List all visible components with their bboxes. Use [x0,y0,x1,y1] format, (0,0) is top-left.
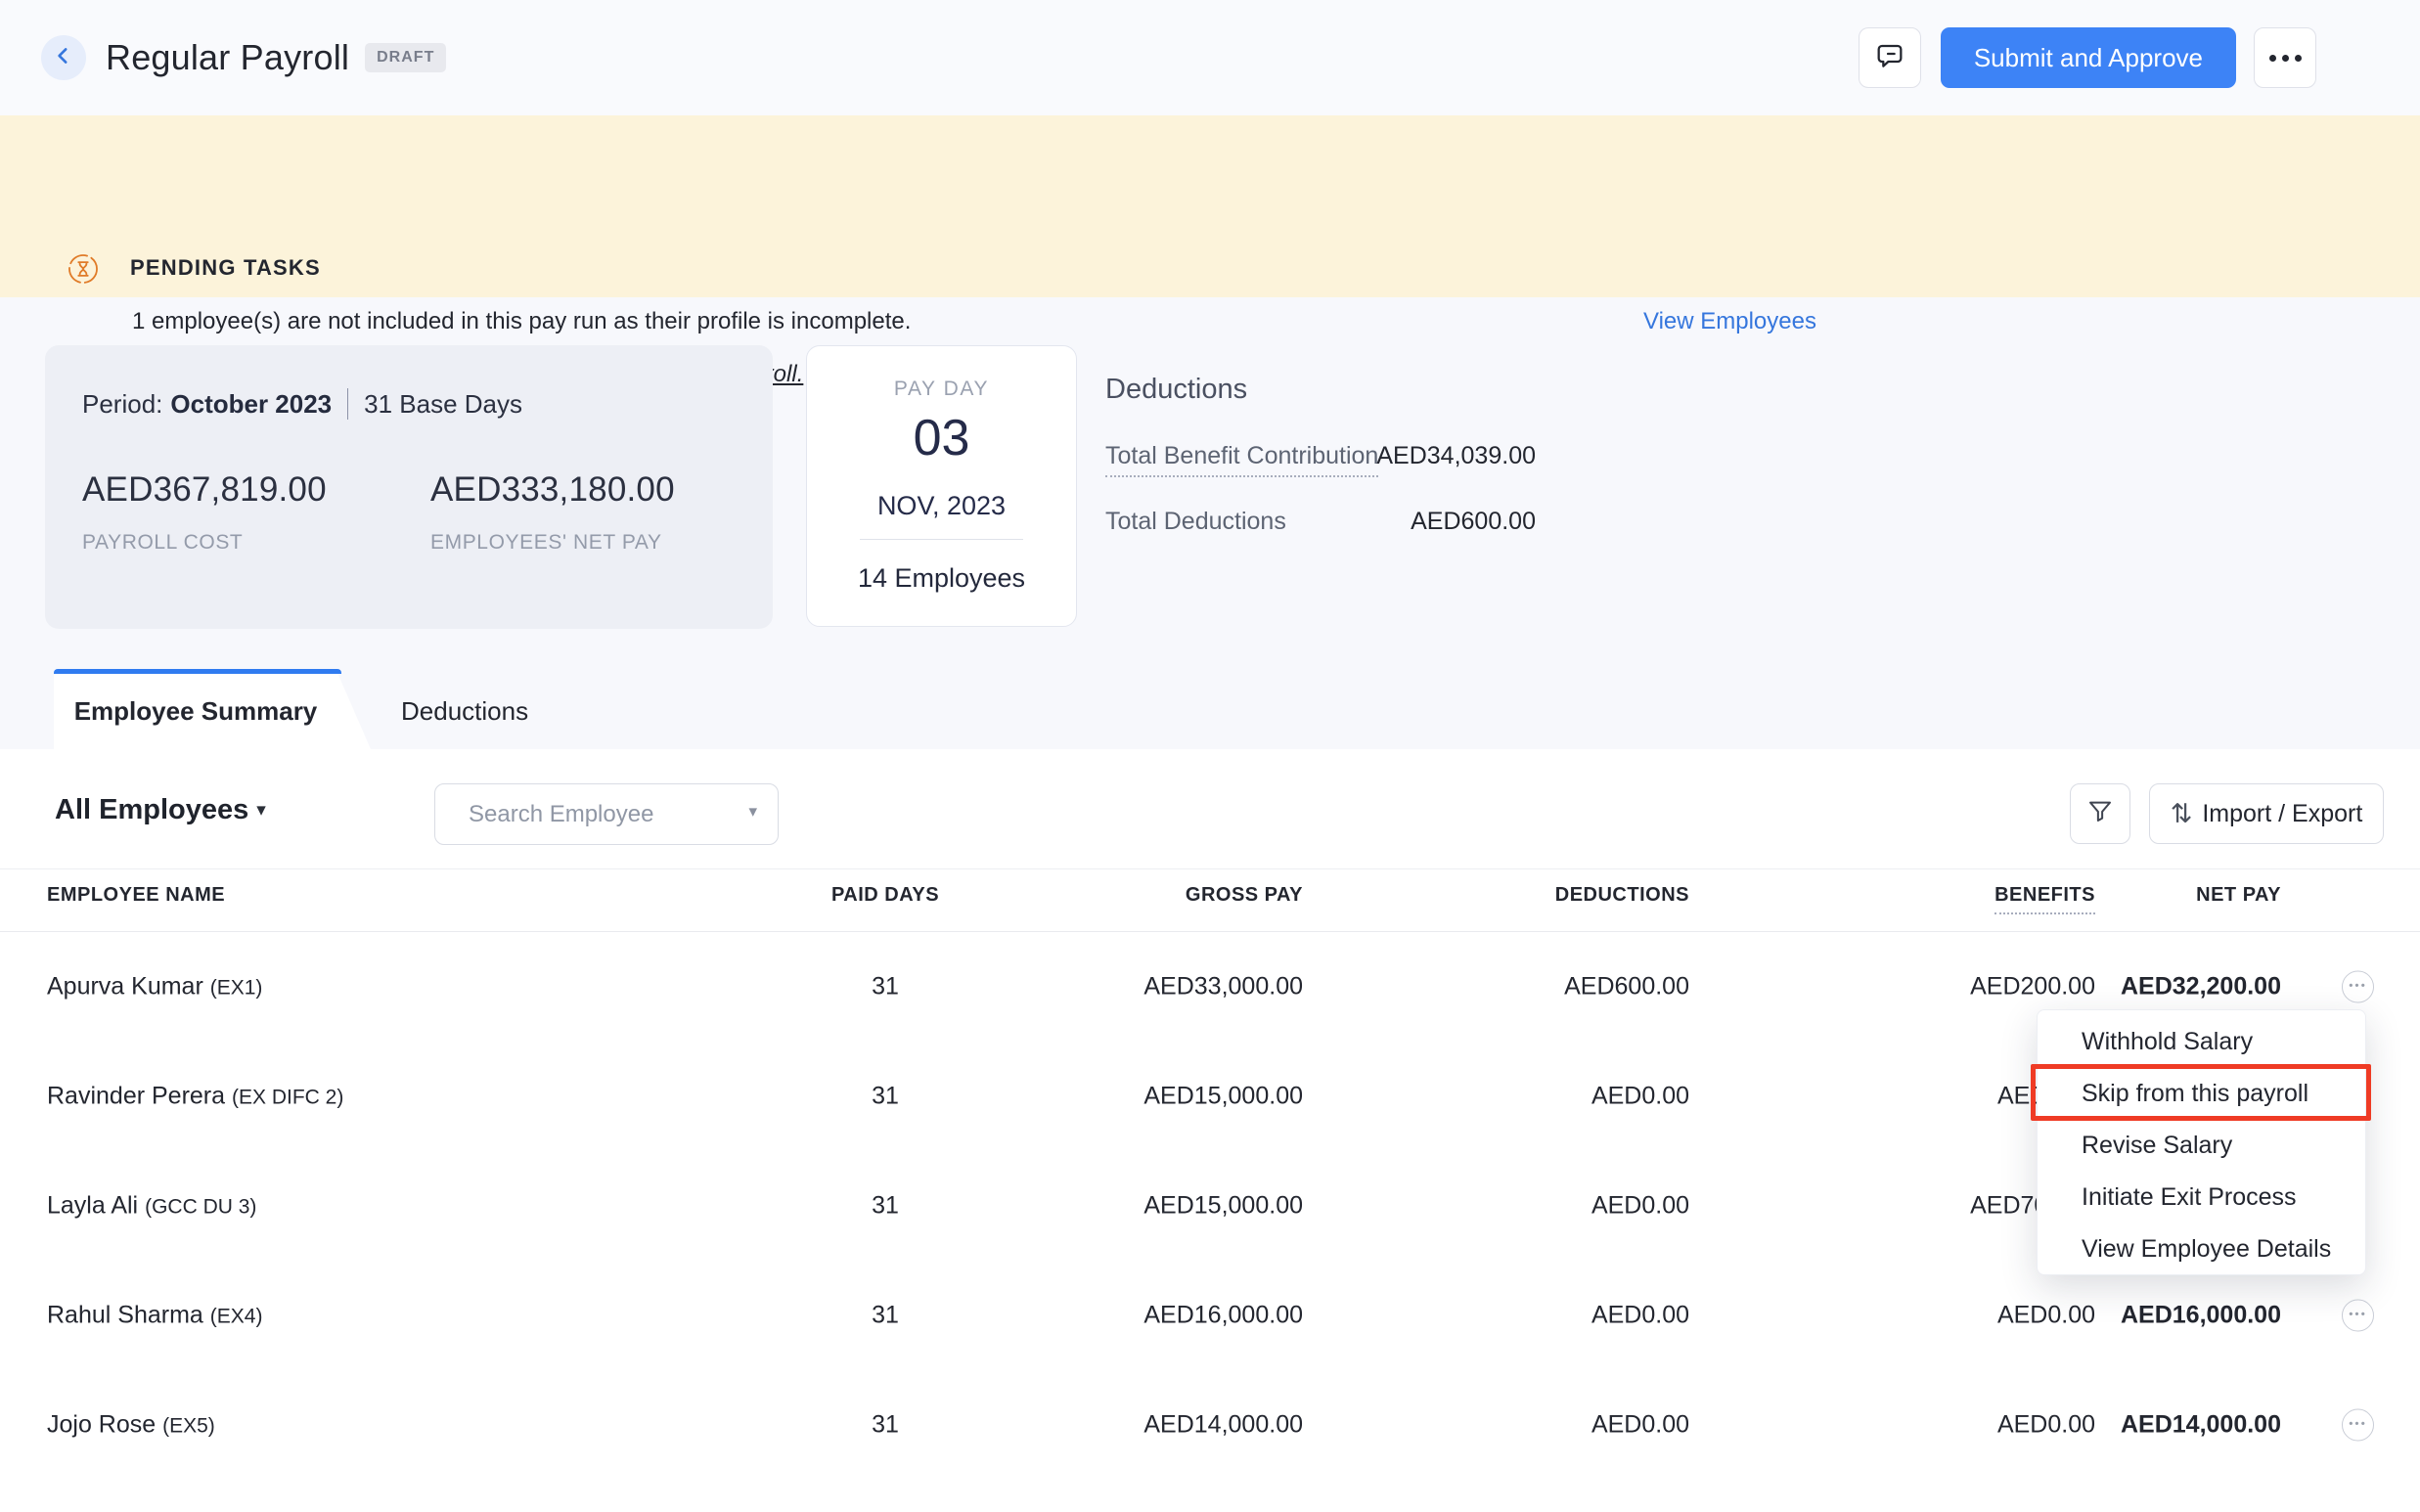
banner-heading: PENDING TASKS [130,255,321,280]
employee-name: Jojo Rose [47,1410,157,1439]
ellipsis-icon: ••• [2349,1416,2367,1431]
paid-days: 31 [872,1082,899,1110]
menu-item-skip-from-payroll[interactable]: Skip from this payroll [2038,1068,2365,1120]
payday-card: PAY DAY 03 NOV, 2023 14 Employees [806,345,1077,627]
menu-item-revise-salary[interactable]: Revise Salary [2038,1120,2365,1172]
divider [347,388,349,420]
banner-message: 1 employee(s) are not included in this p… [132,308,912,334]
employee-name: Layla Ali [47,1191,139,1220]
filter-button[interactable] [2070,783,2130,844]
col-header-net-pay: NET PAY [2196,884,2281,906]
net-pay: AED14,000.00 [2120,1410,2281,1439]
gross-pay: AED33,000.00 [1143,972,1303,1001]
paid-days: 31 [872,1191,899,1220]
payroll-screen: Regular Payroll DRAFT Submit and Approve… [0,0,2420,1512]
import-export-icon: ⇅ [2170,798,2193,828]
employee-name: Apurva Kumar [47,972,203,1001]
funnel-icon [2085,797,2115,831]
comments-button[interactable] [1858,27,1921,88]
pending-tasks-banner: PENDING TASKS 1 employee(s) are not incl… [0,115,2420,387]
col-header-benefits: BENEFITS [1994,884,2095,914]
search-employee-wrap: ▾ [434,783,779,845]
divider [0,868,2420,869]
base-days: 31 Base Days [364,388,523,419]
page-title: Regular Payroll [106,37,350,77]
gross-pay: AED15,000.00 [1143,1191,1303,1220]
payroll-cost-amount: AED367,819.00 [82,470,327,509]
divider [860,539,1023,540]
gross-pay: AED14,000.00 [1143,1410,1303,1439]
paid-days: 31 [872,1301,899,1329]
menu-item-view-employee-details[interactable]: View Employee Details [2038,1223,2365,1275]
tab-active-indicator [54,669,341,674]
deductions: AED0.00 [1591,1301,1689,1329]
search-employee-input[interactable] [434,783,779,845]
import-export-button[interactable]: ⇅ Import / Export [2149,783,2384,844]
payday-day: 03 [913,410,970,467]
menu-item-initiate-exit[interactable]: Initiate Exit Process [2038,1172,2365,1223]
period-label: Period: [82,388,163,419]
back-button[interactable] [41,35,86,80]
employee-code: (EX4) [209,1305,263,1328]
tab-deductions[interactable]: Deductions [401,696,528,727]
period-summary-card: Period: October 2023 31 Base Days AED367… [45,345,773,629]
row-actions-button[interactable]: ••• [2342,970,2374,1003]
deductions: AED0.00 [1591,1410,1689,1439]
row-actions-menu: Withhold Salary Skip from this payroll R… [2037,1009,2366,1275]
table-row: Jojo Rose (EX5) 31 AED14,000.00 AED0.00 … [0,1370,2420,1480]
deductions: AED600.00 [1564,972,1689,1001]
deductions: AED0.00 [1591,1082,1689,1110]
paid-days: 31 [872,972,899,1001]
total-deductions-value: AED600.00 [1411,508,1536,535]
comment-bubble-icon [1874,40,1905,76]
hourglass-icon [67,252,100,290]
payday-employee-count: 14 Employees [857,563,1026,593]
page-header: Regular Payroll DRAFT Submit and Approve [0,0,2420,115]
net-pay: AED16,000.00 [2120,1301,2281,1329]
status-badge: DRAFT [365,43,447,72]
view-employees-link[interactable]: View Employees [1643,308,1816,335]
tab-employee-summary[interactable]: Employee Summary [73,696,318,727]
ellipsis-icon: ••• [2349,978,2367,993]
ellipsis-icon [2268,54,2302,62]
net-pay-amount: AED333,180.00 [430,470,675,509]
benefits: AED0.00 [1996,1410,2095,1439]
benefits: AED0.00 [1996,1301,2095,1329]
benefits: AED200.00 [1970,972,2095,1001]
menu-item-withhold-salary[interactable]: Withhold Salary [2038,1016,2365,1068]
employee-name: Ravinder Perera [47,1082,226,1110]
ellipsis-icon: ••• [2349,1307,2367,1321]
paid-days: 31 [872,1410,899,1439]
net-pay-label: EMPLOYEES' NET PAY [430,531,662,554]
row-actions-button[interactable]: ••• [2342,1299,2374,1332]
employee-code: (EX DIFC 2) [231,1086,344,1109]
period-line: Period: October 2023 31 Base Days [82,388,522,420]
employee-code: (EX5) [162,1414,215,1438]
payday-label: PAY DAY [893,378,990,400]
gross-pay: AED15,000.00 [1143,1082,1303,1110]
net-pay: AED32,200.00 [2120,972,2281,1001]
col-header-gross-pay: GROSS PAY [1185,884,1303,906]
payroll-cost-label: PAYROLL COST [82,531,244,554]
employee-filter-dropdown[interactable]: All Employees ▾ [55,794,266,826]
payday-month-year: NOV, 2023 [876,491,1007,520]
col-header-employee-name: EMPLOYEE NAME [47,884,226,906]
row-actions-button[interactable]: ••• [2342,1408,2374,1442]
col-header-paid-days: PAID DAYS [830,884,940,906]
total-benefit-contribution-value: AED34,039.00 [1376,442,1536,469]
more-options-button[interactable] [2254,27,2316,88]
submit-and-approve-button[interactable]: Submit and Approve [1940,27,2236,88]
employee-code: (GCC DU 3) [145,1195,257,1219]
col-header-deductions: DEDUCTIONS [1554,884,1689,906]
period-value: October 2023 [170,388,333,419]
gross-pay: AED16,000.00 [1143,1301,1303,1329]
deductions: AED0.00 [1591,1191,1689,1220]
employee-code: (EX1) [209,976,263,1000]
chevron-down-icon: ▾ [256,800,266,821]
chevron-left-icon [53,45,74,71]
table-row: Rahul Sharma (EX4) 31 AED16,000.00 AED0.… [0,1261,2420,1370]
deductions-summary-title: Deductions [1105,374,1248,405]
employee-name: Rahul Sharma [47,1301,203,1329]
